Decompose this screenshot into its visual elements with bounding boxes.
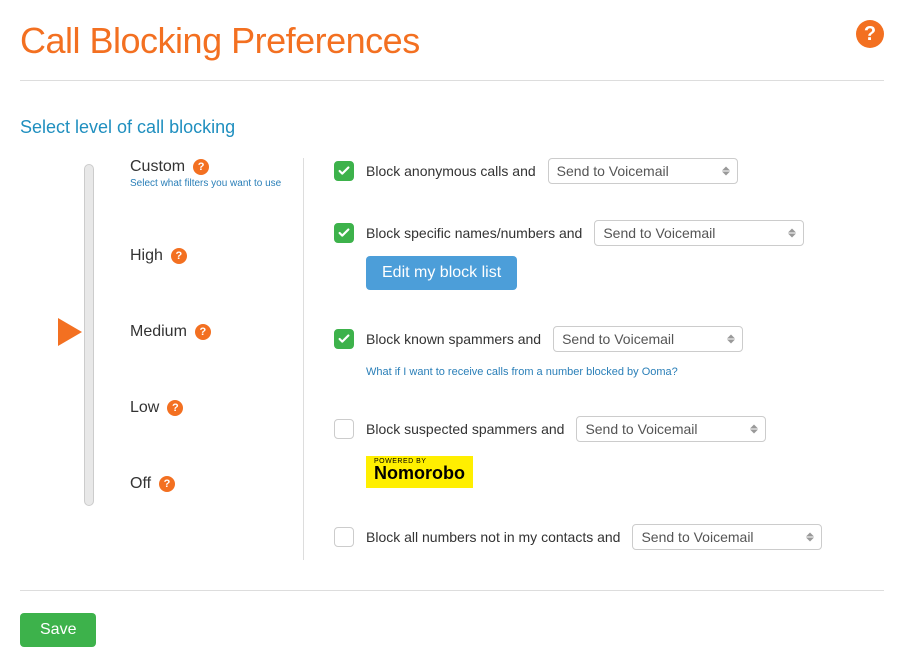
nomorobo-badge: POWERED BY Nomorobo xyxy=(366,456,473,488)
help-icon[interactable]: ? xyxy=(171,248,187,264)
select-anonymous-action[interactable]: Send to Voicemail xyxy=(548,158,738,184)
filter-specific-text: Block specific names/numbers and xyxy=(366,225,582,241)
level-off-label: Off xyxy=(130,475,151,493)
checkbox-block-not-in-contacts[interactable] xyxy=(334,527,354,547)
page-title: Call Blocking Preferences xyxy=(20,20,420,62)
section-title: Select level of call blocking xyxy=(20,117,884,138)
help-icon[interactable]: ? xyxy=(193,159,209,175)
checkmark-icon xyxy=(337,164,351,178)
level-high-label: High xyxy=(130,247,163,265)
level-medium[interactable]: Medium ? xyxy=(130,323,211,341)
filter-known-spammers-text: Block known spammers and xyxy=(366,331,541,347)
filter-not-in-contacts-text: Block all numbers not in my contacts and xyxy=(366,529,620,545)
save-button[interactable]: Save xyxy=(20,613,96,647)
divider xyxy=(20,80,884,81)
edit-block-list-button[interactable]: Edit my block list xyxy=(366,256,517,290)
checkmark-icon xyxy=(337,332,351,346)
level-off[interactable]: Off ? xyxy=(130,475,175,493)
checkbox-block-suspected-spammers[interactable] xyxy=(334,419,354,439)
level-low-label: Low xyxy=(130,399,159,417)
checkbox-block-known-spammers[interactable] xyxy=(334,329,354,349)
checkbox-block-specific[interactable] xyxy=(334,223,354,243)
checkbox-block-anonymous[interactable] xyxy=(334,161,354,181)
level-slider-track[interactable] xyxy=(84,164,94,506)
filter-anonymous-text: Block anonymous calls and xyxy=(366,163,536,179)
nomorobo-text: Nomorobo xyxy=(374,463,465,484)
level-custom-label: Custom xyxy=(130,158,185,176)
help-icon[interactable]: ? xyxy=(856,20,884,48)
level-high[interactable]: High ? xyxy=(130,247,187,265)
checkmark-icon xyxy=(337,226,351,240)
level-custom-subtext: Select what filters you want to use xyxy=(130,178,283,189)
select-suspected-spammers-action[interactable]: Send to Voicemail xyxy=(576,416,766,442)
link-receive-blocked-calls[interactable]: What if I want to receive calls from a n… xyxy=(366,366,678,378)
help-icon[interactable]: ? xyxy=(167,400,183,416)
help-icon[interactable]: ? xyxy=(159,476,175,492)
level-medium-label: Medium xyxy=(130,323,187,341)
select-known-spammers-action[interactable]: Send to Voicemail xyxy=(553,326,743,352)
filter-suspected-spammers-text: Block suspected spammers and xyxy=(366,421,564,437)
divider xyxy=(20,590,884,591)
level-low[interactable]: Low ? xyxy=(130,399,183,417)
help-icon[interactable]: ? xyxy=(195,324,211,340)
select-specific-action[interactable]: Send to Voicemail xyxy=(594,220,804,246)
slider-pointer-icon[interactable] xyxy=(58,318,82,346)
level-custom[interactable]: Custom ? xyxy=(130,158,209,176)
select-not-in-contacts-action[interactable]: Send to Voicemail xyxy=(632,524,822,550)
